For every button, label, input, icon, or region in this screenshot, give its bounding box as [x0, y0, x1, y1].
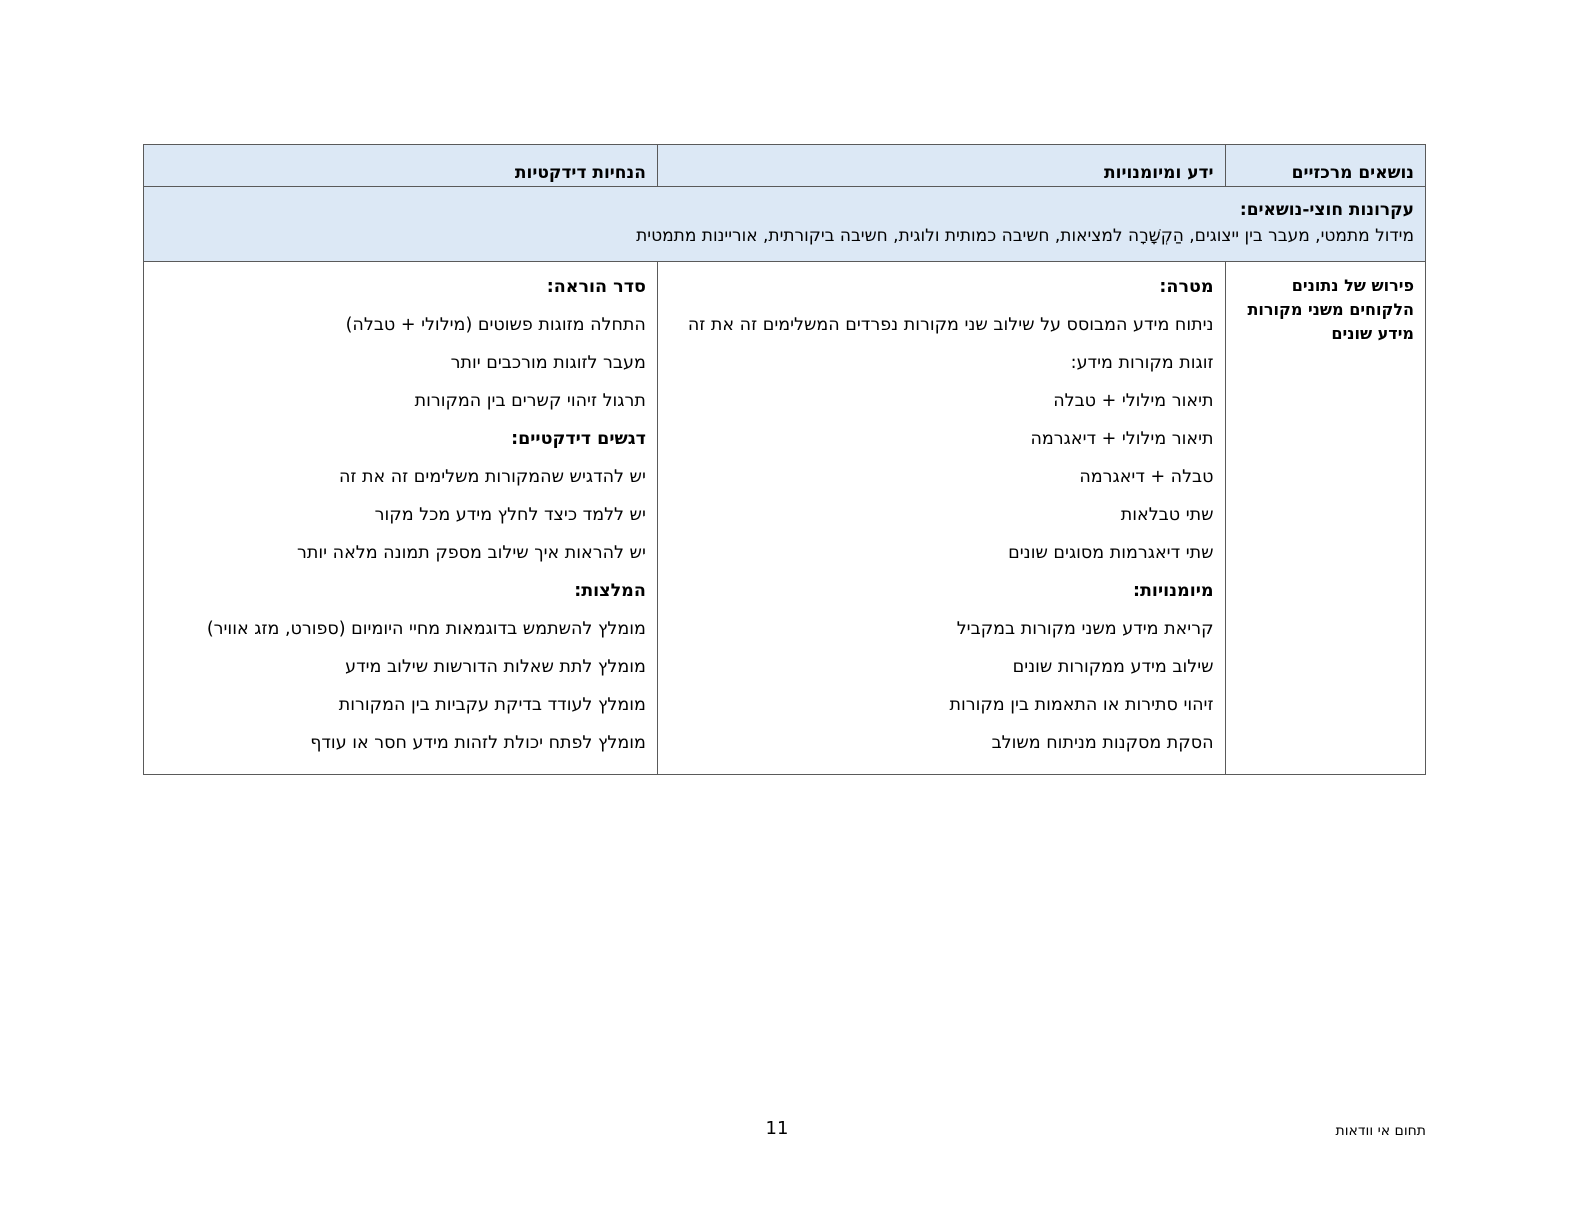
- guidelines-section-heading: דגשים דידקטיים:: [511, 429, 646, 449]
- knowledge-list-item: שתי טבלאות: [1120, 505, 1214, 525]
- curriculum-table: נושאים מרכזיים ידע ומיומנויות הנחיות דיד…: [143, 144, 1427, 775]
- knowledge-list-item: שילוב מידע ממקורות שונים: [1012, 657, 1214, 677]
- cross-topic-title: עקרונות חוצי-נושאים:: [1239, 200, 1414, 220]
- guidelines-list-item: התחלה מזוגות פשוטים (מילולי + טבלה): [345, 315, 646, 335]
- guidelines-list-item: מומלץ לעודד בדיקת עקביות בין המקורות: [338, 695, 646, 715]
- knowledge-list-item: טבלה + דיאגרמה: [1079, 467, 1214, 487]
- header-guidelines: הנחיות דידקטיות: [143, 144, 658, 187]
- knowledge-list-item: ניתוח מידע המבוסס על שילוב שני מקורות נפ…: [687, 315, 1214, 335]
- knowledge-list-item: קריאת מידע משני מקורות במקביל: [956, 619, 1214, 639]
- knowledge-list-item: זיהוי סתירות או התאמות בין מקורות: [949, 695, 1214, 715]
- guidelines-section-heading: המלצות:: [574, 581, 646, 601]
- header-topics: נושאים מרכזיים: [1224, 144, 1427, 187]
- knowledge-section-heading: מטרה:: [1159, 277, 1214, 297]
- knowledge-list-item: הסקת מסקנות מניתוח משולב: [991, 733, 1214, 753]
- cross-topic-text: מידול מתמטי, מעבר בין ייצוגים, הַקְשָׁרָ…: [636, 226, 1414, 246]
- guidelines-list-item: יש להראות איך שילוב מספק תמונה מלאה יותר: [297, 543, 646, 563]
- guidelines-list-item: מומלץ להשתמש בדוגמאות מחיי היומיום (ספור…: [206, 619, 646, 639]
- guidelines-list-item: מעבר לזוגות מורכבים יותר: [450, 353, 646, 373]
- guidelines-list-item: תרגול זיהוי קשרים בין המקורות: [414, 391, 646, 411]
- guidelines-list-item: מומלץ לפתח יכולת לזהות מידע חסר או עודף: [310, 733, 646, 753]
- knowledge-list-item: זוגות מקורות מידע:: [1070, 353, 1214, 373]
- guidelines-section-heading: סדר הוראה:: [546, 277, 646, 297]
- table-row: פירוש של נתונים הלקוחים משני מקורות מידע…: [143, 261, 1427, 775]
- footer-section-label: תחום אי וודאות: [1335, 1123, 1427, 1139]
- header-knowledge: ידע ומיומנויות: [656, 144, 1226, 187]
- knowledge-list-item: שתי דיאגרמות מסוגים שונים: [1008, 543, 1214, 563]
- guidelines-list-item: מומלץ לתת שאלות הדורשות שילוב מידע: [345, 657, 646, 677]
- cross-topic-cell: עקרונות חוצי-נושאים: מידול מתמטי, מעבר ב…: [143, 186, 1426, 262]
- knowledge-list-item: תיאור מילולי + דיאגרמה: [1030, 429, 1214, 449]
- table-header-row: נושאים מרכזיים ידע ומיומנויות הנחיות דיד…: [143, 144, 1427, 187]
- knowledge-cell: מטרה: ניתוח מידע המבוסס על שילוב שני מקור…: [656, 261, 1226, 775]
- guidelines-list-item: יש להדגיש שהמקורות משלימים זה את זה: [338, 467, 646, 487]
- cross-topic-row: עקרונות חוצי-נושאים: מידול מתמטי, מעבר ב…: [143, 186, 1426, 262]
- knowledge-section-heading: מיומנויות:: [1132, 581, 1214, 601]
- page-number: 11: [765, 1118, 789, 1139]
- guidelines-list-item: יש ללמד כיצד לחלץ מידע מכל מקור: [374, 505, 646, 525]
- knowledge-list-item: תיאור מילולי + טבלה: [1053, 391, 1214, 411]
- guidelines-cell: סדר הוראה: התחלה מזוגות פשוטים (מילולי + …: [143, 261, 658, 775]
- topic-cell: פירוש של נתונים הלקוחים משני מקורות מידע…: [1224, 261, 1427, 775]
